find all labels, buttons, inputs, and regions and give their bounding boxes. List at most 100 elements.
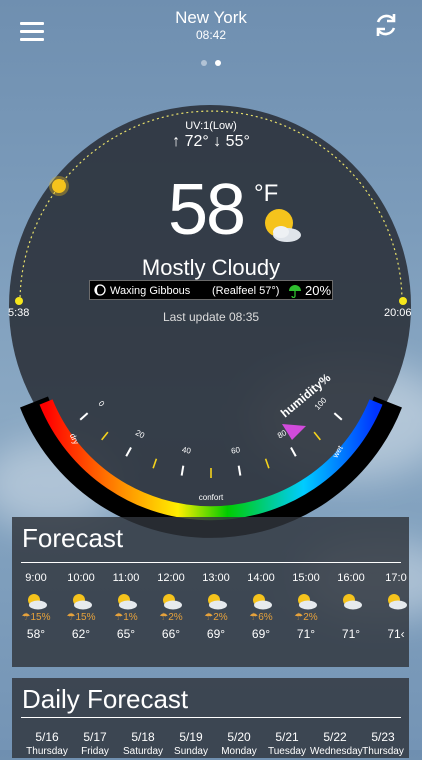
hour-time: 13:00	[202, 572, 230, 584]
daily-forecast-title: Daily Forecast	[22, 684, 189, 714]
hour-time: 17:0	[385, 572, 407, 584]
hour-precip	[329, 612, 373, 623]
day-name: Tuesday	[268, 746, 306, 757]
forecast-title: Forecast	[22, 523, 124, 553]
partly-cloudy-icon	[265, 209, 301, 242]
day-name: Saturday	[122, 746, 164, 757]
moon-phase-icon	[94, 284, 106, 296]
day-item[interactable]: 5/18 Saturday	[118, 730, 168, 757]
partly-cloudy-icon	[388, 594, 407, 610]
gauge-tick	[101, 431, 109, 441]
hour-precip: ☂1%	[114, 612, 138, 623]
gauge-tick	[333, 412, 343, 421]
hour-item: 15:00 ☂2% 71°	[284, 572, 328, 641]
partly-cloudy-icon	[298, 594, 317, 610]
temperature-unit[interactable]: °F	[254, 180, 278, 208]
high-temp: 72°	[184, 133, 209, 150]
hour-item: 9:00 ☂15% 58°	[14, 572, 58, 641]
day-date: 5/20	[227, 730, 251, 744]
partly-cloudy-icon	[28, 594, 47, 610]
gauge-tick	[264, 458, 270, 469]
hour-time: 16:00	[337, 572, 365, 584]
hour-time: 12:00	[157, 572, 185, 584]
partly-cloudy-icon	[163, 594, 182, 610]
partly-cloudy-icon	[253, 594, 272, 610]
day-item[interactable]: 5/16 Thursday	[22, 730, 72, 757]
low-temp: 55°	[225, 133, 250, 150]
hour-precip: ☂15%	[66, 612, 96, 623]
gauge-tick	[125, 446, 132, 457]
hour-precip: ☂2%	[159, 612, 183, 623]
partly-cloudy-icon	[118, 594, 137, 610]
hour-item: 17:0 71‹	[374, 572, 409, 641]
umbrella-icon	[289, 285, 301, 298]
day-name: Sunday	[174, 746, 208, 757]
hour-temp: 65°	[116, 627, 136, 641]
hour-time: 9:00	[25, 572, 47, 584]
hour-temp: 62°	[71, 627, 91, 641]
hour-item: 13:00 ☂2% 69°	[194, 572, 238, 641]
partly-cloudy-icon	[73, 594, 92, 610]
day-item[interactable]: 5/17 Friday	[70, 730, 120, 757]
precipitation-chance: 20%	[305, 283, 332, 298]
hour-precip	[374, 612, 409, 623]
day-date: 5/17	[83, 730, 107, 744]
realfeel-value: (Realfeel 57°)	[212, 285, 280, 297]
arrow-up-icon: ↑	[172, 133, 185, 150]
hour-precip: ☂2%	[294, 612, 318, 623]
humidity-gauge-ticks	[79, 412, 343, 478]
hour-precip: ☂15%	[21, 612, 51, 623]
gauge-tick-label: 40	[181, 445, 192, 455]
gauge-tick-label: 20	[134, 428, 147, 440]
arrow-down-icon: ↓	[213, 133, 226, 150]
sunrise-marker	[15, 297, 23, 305]
gauge-tick	[180, 465, 185, 476]
day-item[interactable]: 5/20 Monday	[214, 730, 264, 757]
day-name: Wednesday	[310, 746, 363, 757]
day-date: 5/21	[275, 730, 299, 744]
gauge-tick-label: 60	[230, 445, 241, 455]
hour-item: 11:00 ☂1% 65°	[104, 572, 148, 641]
hour-temp: 66°	[161, 627, 181, 641]
last-update: Last update 08:35	[162, 310, 260, 324]
humidity-label: humidity%	[278, 370, 334, 420]
gauge-tick-label: 0	[97, 399, 107, 409]
hour-precip: ☂6%	[249, 612, 273, 623]
daily-list[interactable]: 5/16 Thursday 5/17 Friday 5/18 Saturday 5/19 Su…	[12, 730, 409, 760]
day-date: 5/16	[35, 730, 59, 744]
current-temperature: 58	[168, 170, 246, 250]
daily-forecast-panel[interactable]: Daily Forecast 5/16 Thursday 5/17 Friday 5/1…	[12, 678, 409, 758]
day-name: Thursday	[26, 746, 68, 757]
day-date: 5/19	[179, 730, 203, 744]
high-low: ↑ 72° ↓ 55°	[0, 133, 422, 151]
hour-temp: 69°	[251, 627, 271, 641]
gauge-tick-label: 100	[313, 395, 329, 411]
sunset-marker	[399, 297, 407, 305]
day-date: 5/22	[323, 730, 347, 744]
hour-temp: 71‹	[387, 627, 405, 641]
hour-time: 14:00	[247, 572, 275, 584]
hour-precip: ☂2%	[204, 612, 228, 623]
hour-time: 15:00	[292, 572, 320, 584]
hourly-forecast-panel[interactable]: Forecast 9:00 ☂15% 58° 10:00 ☂15% 62° 11:00 ☂1%…	[12, 517, 409, 667]
moon-phase-label: Waxing Gibbous	[110, 285, 191, 297]
day-date: 5/23	[371, 730, 395, 744]
hour-item: 14:00 ☂6% 69°	[239, 572, 283, 641]
uv-index: UV:1(Low)	[185, 120, 237, 132]
gauge-tick	[152, 458, 158, 469]
divider	[21, 562, 401, 563]
gauge-zone-label: confort	[199, 493, 224, 502]
partly-cloudy-icon	[208, 594, 227, 610]
gauge-tick	[290, 446, 297, 457]
gauge-tick	[313, 431, 321, 441]
gauge-tick	[237, 465, 242, 476]
day-date: 5/18	[131, 730, 155, 744]
hour-temp: 58°	[26, 627, 46, 641]
day-item[interactable]: 5/21 Tuesday	[262, 730, 312, 757]
day-item[interactable]: 5/19 Sunday	[166, 730, 216, 757]
day-item[interactable]: 5/22 Wednesday	[310, 730, 363, 757]
info-bar: Waxing Gibbous (Realfeel 57°) 20%	[89, 280, 333, 300]
hourly-list[interactable]: 9:00 ☂15% 58° 10:00 ☂15% 62° 11:00 ☂1% 65° 12:00 ☂…	[12, 572, 409, 672]
day-item[interactable]: 5/23 Thursday	[358, 730, 408, 757]
hour-item: 12:00 ☂2% 66°	[149, 572, 193, 641]
